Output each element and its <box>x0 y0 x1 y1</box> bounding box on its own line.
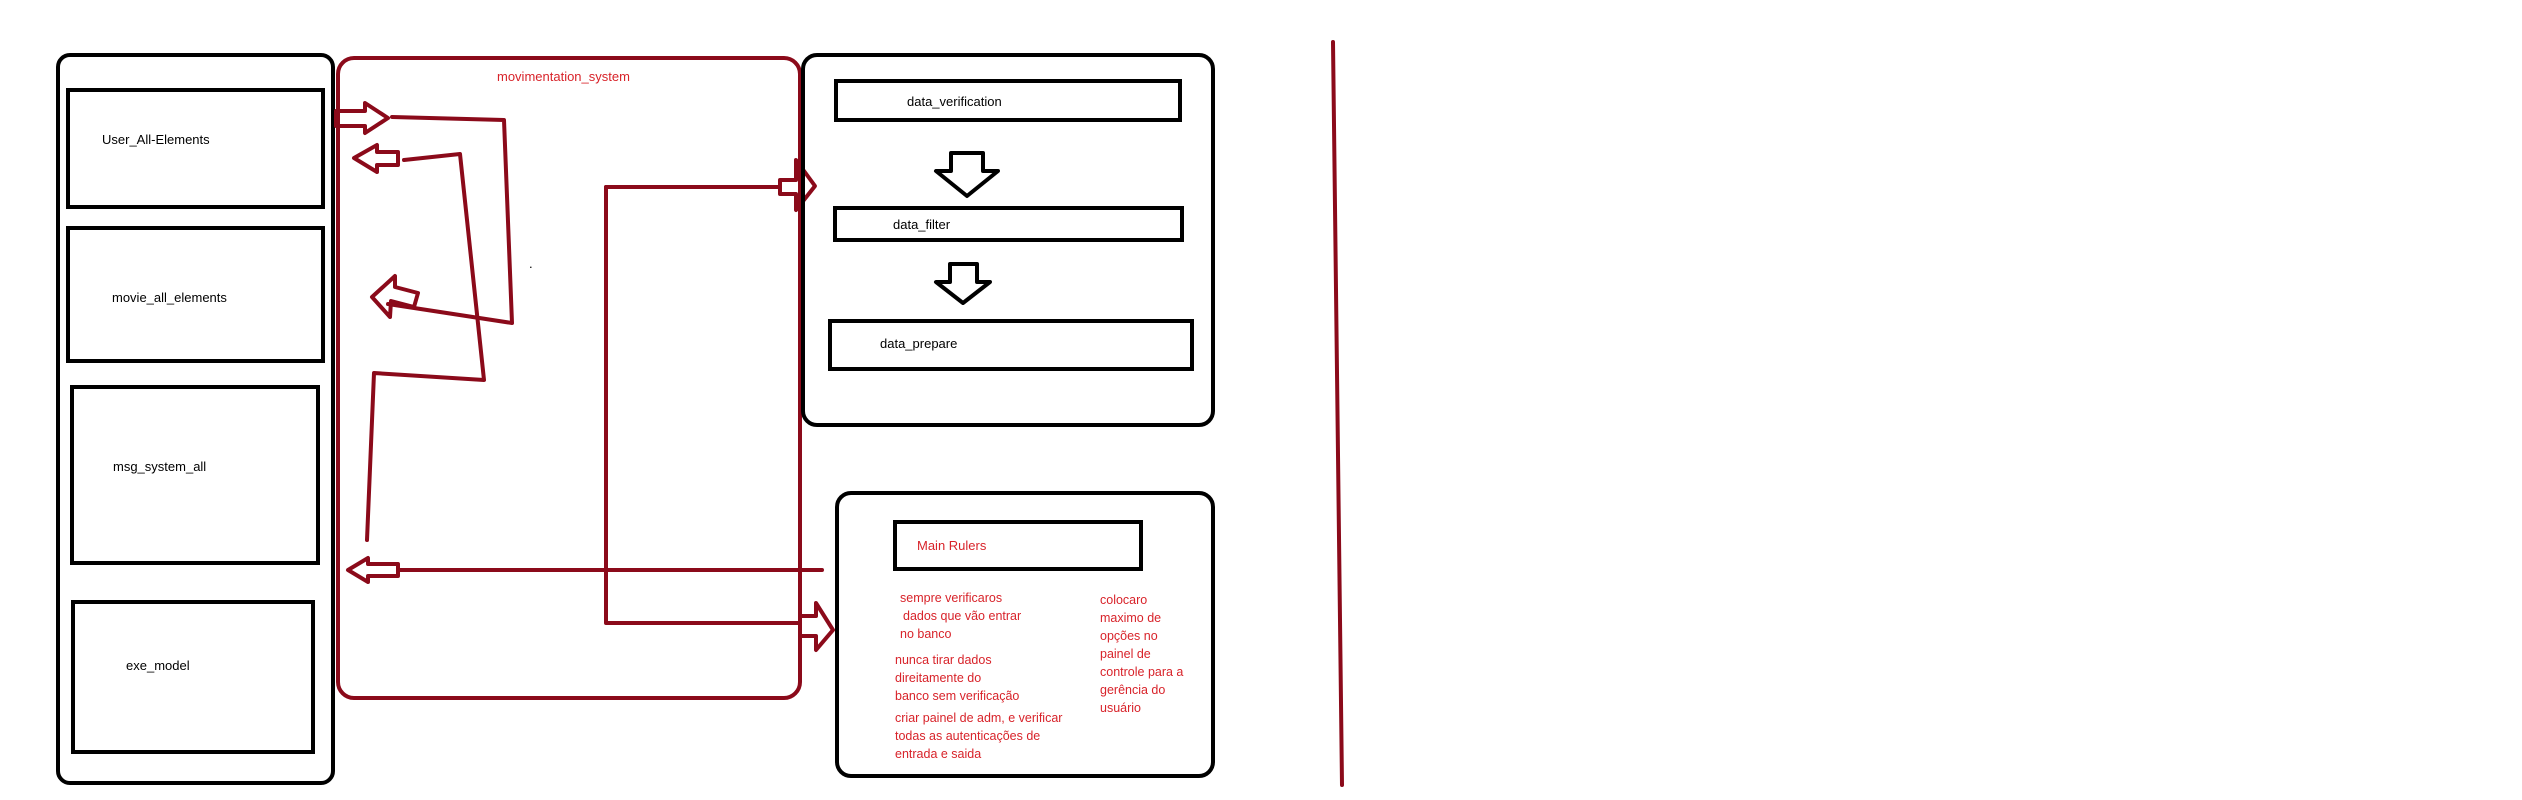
down-arrow-2 <box>934 262 992 305</box>
rule-note-2-line-1: nunca tirar dados <box>895 653 992 667</box>
data-filter-box: data_filter <box>833 206 1184 242</box>
arrow-to-rules-panel <box>798 601 835 652</box>
data-verification-box: data_verification <box>834 79 1182 122</box>
rule-note-4-line-5: controle para a <box>1100 665 1183 679</box>
user-all-elements-box: User_All-Elements <box>66 88 325 209</box>
diagram-canvas: User_All-Elements movie_all_elements msg… <box>56 40 1344 787</box>
rule-note-4-line-4: painel de <box>1100 647 1151 661</box>
rule-note-1-line-2: dados que vão entrar <box>903 609 1021 623</box>
rule-note-4-line-2: maximo de <box>1100 611 1161 625</box>
main-rulers-title: Main Rulers <box>917 538 987 553</box>
vertical-divider <box>1331 40 1344 787</box>
msg-system-all-box: msg_system_all <box>70 385 320 565</box>
movie-all-elements-box: movie_all_elements <box>66 226 325 363</box>
movimentation-connectors <box>365 115 824 625</box>
arrow-to-msg-system <box>346 556 400 584</box>
data-prepare-label: data_prepare <box>880 336 957 351</box>
rule-note-3-line-1: criar painel de adm, e verificar <box>895 711 1062 725</box>
rule-note-2-line-2: direitamente do <box>895 671 981 685</box>
arrow-to-movie-elements <box>370 274 420 319</box>
rule-note-4: colocaro maximo de opções no painel de c… <box>1100 593 1183 715</box>
rule-note-1-line-1: sempre verificaros <box>900 591 1002 605</box>
rule-note-3-line-3: entrada e saida <box>895 747 981 761</box>
arrow-back-user-elements <box>352 143 400 174</box>
user-all-elements-label: User_All-Elements <box>102 132 210 147</box>
rule-note-3-line-2: todas as autenticações de <box>895 729 1040 743</box>
movie-all-elements-label: movie_all_elements <box>112 290 227 305</box>
rule-note-1: sempre verificaros dados que vão entrar … <box>900 591 1021 641</box>
rule-note-4-line-3: opções no <box>1100 629 1158 643</box>
data-filter-label: data_filter <box>893 217 951 232</box>
movimentation-system-title: movimentation_system <box>497 69 630 84</box>
rule-note-2: nunca tirar dados direitamente do banco … <box>895 653 1019 703</box>
rule-note-3: criar painel de adm, e verificar todas a… <box>895 711 1062 761</box>
rule-note-2-line-3: banco sem verificação <box>895 689 1019 703</box>
arrow-to-data-panel <box>778 158 817 212</box>
msg-system-all-label: msg_system_all <box>113 459 206 474</box>
exe-model-box: exe_model <box>71 600 315 754</box>
left-container <box>56 53 335 785</box>
rule-note-4-line-1: colocaro <box>1100 593 1147 607</box>
main-rulers-box: Main Rulers <box>893 520 1143 571</box>
stray-dot: . <box>529 256 533 271</box>
data-verification-label: data_verification <box>907 94 1002 109</box>
exe-model-label: exe_model <box>126 658 190 673</box>
data-prepare-box: data_prepare <box>828 319 1194 371</box>
movimentation-system-container <box>336 56 802 700</box>
down-arrow-1 <box>934 151 1000 198</box>
arrow-to-user-elements <box>334 101 390 135</box>
rule-note-4-line-6: gerência do <box>1100 683 1165 697</box>
rule-note-4-line-7: usuário <box>1100 701 1141 715</box>
rule-note-1-line-3: no banco <box>900 627 951 641</box>
